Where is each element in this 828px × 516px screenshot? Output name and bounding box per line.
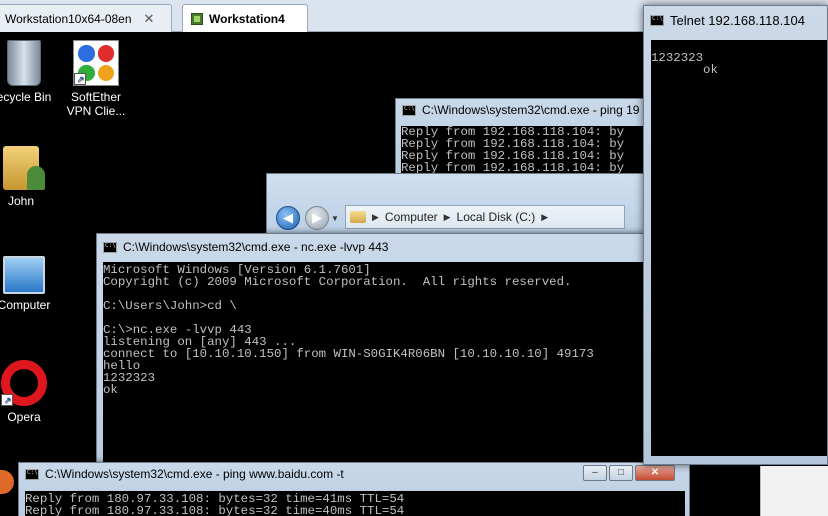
icon-label: Opera	[7, 410, 41, 424]
desktop-background-strip	[760, 466, 828, 516]
cmd-window-ping-baidu[interactable]: C:\Windows\system32\cmd.exe - ping www.b…	[18, 462, 690, 516]
recycle-bin-icon	[7, 40, 41, 86]
tab-close-icon[interactable]: ✕	[144, 11, 155, 27]
window-titlebar[interactable]: C:\Windows\system32\cmd.exe - ping 19	[396, 99, 654, 121]
taskbar-item-icon[interactable]	[0, 470, 14, 494]
window-title: C:\Windows\system32\cmd.exe - nc.exe -lv…	[123, 240, 389, 254]
folder-icon	[350, 211, 366, 223]
breadcrumb-chevron-icon: ▶	[541, 211, 549, 222]
breadcrumb-chevron-icon: ▶	[443, 211, 451, 222]
console-output: Microsoft Windows [Version 6.1.7601] Cop…	[103, 262, 643, 470]
computer-icon	[3, 256, 45, 294]
window-title: Telnet 192.168.118.104	[670, 12, 805, 28]
close-button[interactable]: ✕	[635, 465, 675, 481]
vm-screen: Workstation10x64-08en ✕ Workstation4 ecy…	[0, 0, 828, 516]
icon-label: Computer	[0, 298, 51, 312]
breadcrumb-chevron-icon: ▶	[372, 211, 379, 222]
icon-label: John	[7, 194, 35, 208]
window-title: C:\Windows\system32\cmd.exe - ping 19	[422, 103, 640, 117]
desktop-icon-opera[interactable]: ↗ Opera	[0, 360, 64, 424]
console-output: 1232323 ok	[651, 40, 827, 456]
tab-workstation10x64[interactable]: Workstation10x64-08en ✕	[0, 4, 172, 32]
shortcut-arrow-icon: ↗	[1, 394, 13, 406]
window-titlebar[interactable]: C:\Windows\system32\cmd.exe - nc.exe -lv…	[97, 234, 647, 260]
cmd-icon	[103, 241, 117, 253]
opera-icon: ↗	[1, 360, 47, 406]
tab-workstation4[interactable]: Workstation4	[182, 4, 308, 33]
vm-icon	[191, 13, 203, 25]
telnet-window[interactable]: Telnet 192.168.118.104 1232323 ok	[643, 5, 828, 465]
window-controls: – □ ✕	[583, 465, 675, 481]
cmd-window-nc[interactable]: C:\Windows\system32\cmd.exe - nc.exe -lv…	[96, 233, 648, 473]
desktop-icon-john[interactable]: John	[0, 146, 61, 208]
cmd-icon	[25, 468, 39, 480]
history-dropdown-icon[interactable]: ▼	[331, 214, 339, 223]
tab-label: Workstation10x64-08en	[5, 11, 132, 26]
address-bar[interactable]: ▶ Computer ▶ Local Disk (C:) ▶	[345, 205, 625, 229]
icon-label: SoftEther VPN Clie...	[66, 90, 126, 118]
softether-icon: ↗	[73, 40, 119, 86]
minimize-button[interactable]: –	[583, 465, 607, 481]
breadcrumb-computer[interactable]: Computer	[385, 210, 438, 224]
console-output: Reply from 180.97.33.108: bytes=32 time=…	[25, 491, 685, 516]
breadcrumb-local-disk[interactable]: Local Disk (C:)	[457, 210, 536, 224]
cmd-icon	[402, 104, 416, 116]
desktop-icon-softether[interactable]: ↗ SoftEther VPN Clie...	[56, 40, 136, 118]
window-title: C:\Windows\system32\cmd.exe - ping www.b…	[45, 467, 344, 481]
user-folder-icon	[3, 146, 45, 190]
tab-label: Workstation4	[209, 12, 285, 26]
forward-arrow-icon[interactable]: ▶	[305, 206, 329, 230]
desktop-icon-computer[interactable]: Computer	[0, 256, 64, 312]
window-titlebar[interactable]: Telnet 192.168.118.104	[644, 6, 827, 34]
cmd-icon	[650, 14, 664, 26]
back-arrow-icon[interactable]: ◀	[276, 206, 300, 230]
icon-label: ecycle Bin	[0, 90, 52, 104]
shortcut-arrow-icon: ↗	[74, 73, 86, 85]
maximize-button[interactable]: □	[609, 465, 633, 481]
desktop-icon-recycle-bin[interactable]: ecycle Bin	[0, 40, 64, 104]
